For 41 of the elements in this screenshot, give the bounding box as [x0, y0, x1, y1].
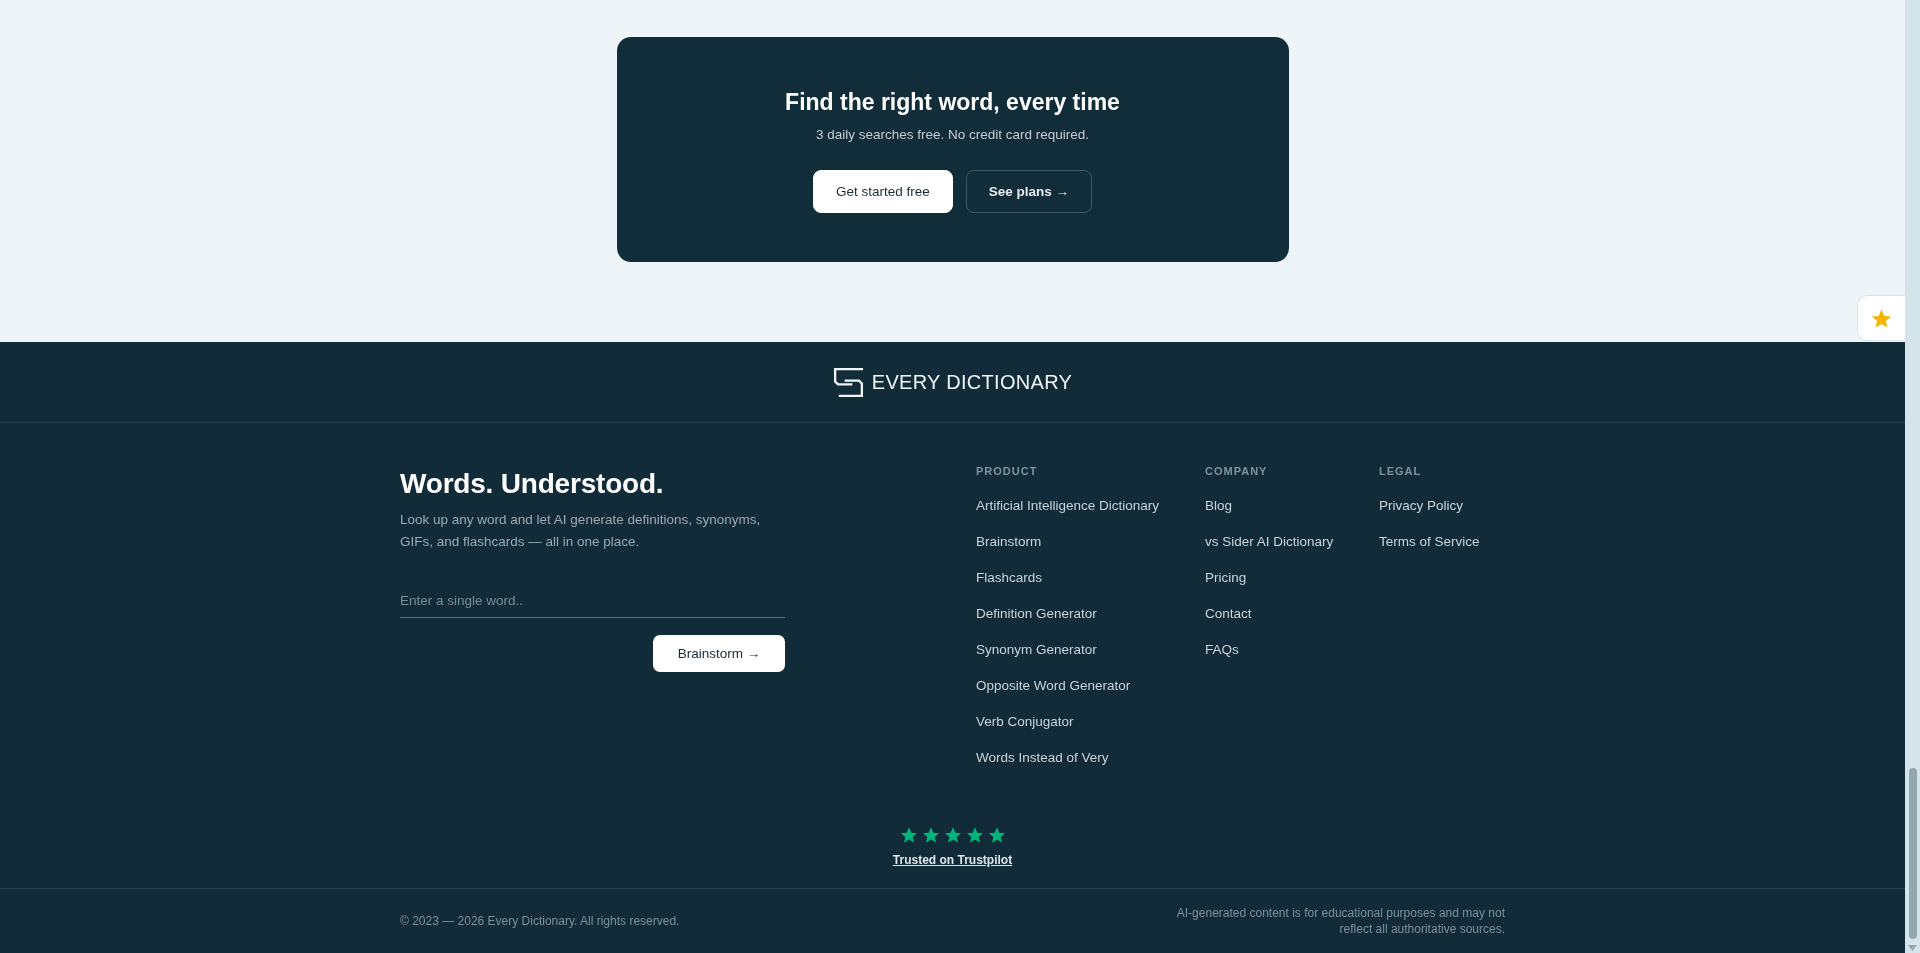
- star-tab-button[interactable]: [1857, 295, 1905, 341]
- column-heading: COMPANY: [1205, 464, 1268, 478]
- footer-link[interactable]: Artificial Intelligence Dictionary: [976, 497, 1160, 515]
- column-heading: PRODUCT: [976, 464, 1038, 478]
- scrollbar-track[interactable]: [1905, 0, 1920, 953]
- footer-link[interactable]: Contact: [1205, 605, 1252, 623]
- star-icon: [1872, 308, 1891, 328]
- cta-title: Find the right word, every time: [785, 88, 1120, 116]
- footer-link[interactable]: Synonym Generator: [976, 641, 1097, 659]
- copyright-text: © 2023 — 2026 Every Dictionary. All rights reserved.: [400, 913, 680, 929]
- trustpilot-link[interactable]: Trusted on Trustpilot: [892, 852, 1013, 868]
- star-icon: [900, 827, 917, 843]
- footer-link[interactable]: FAQs: [1205, 641, 1239, 659]
- disclaimer-text: AI-generated content is for educational purposes and may not reflect all authoritative sources.: [1175, 905, 1505, 937]
- footer-link[interactable]: Brainstorm: [976, 533, 1042, 551]
- star-icon: [988, 827, 1005, 843]
- scrollbar-thumb[interactable]: [1908, 768, 1917, 939]
- footer-description: Look up any word and let AI generate definitions, synonyms, GIFs, and flashcards — all in one place.: [400, 511, 762, 551]
- get-started-button[interactable]: Get started free: [812, 170, 953, 213]
- footer-link[interactable]: Privacy Policy: [1379, 497, 1464, 515]
- logo-text: EVERY DICTIONARY: [871, 370, 1073, 394]
- footer-link[interactable]: Words Instead of Very: [976, 749, 1109, 767]
- logo-icon: [832, 366, 864, 398]
- footer-link[interactable]: Blog: [1205, 497, 1233, 515]
- footer-link[interactable]: Flashcards: [976, 569, 1043, 587]
- word-input[interactable]: Enter a single word..: [400, 584, 785, 618]
- footer-tagline: Words. Understood.: [400, 467, 665, 501]
- footer-link[interactable]: Terms of Service: [1379, 533, 1480, 551]
- brainstorm-button[interactable]: Brainstorm →: [653, 635, 785, 672]
- see-plans-button[interactable]: See plans →: [965, 170, 1093, 213]
- star-icon: [966, 827, 983, 843]
- scroll-down-icon[interactable]: [1908, 945, 1917, 951]
- star-icon: [944, 827, 961, 843]
- footer-link[interactable]: Definition Generator: [976, 605, 1097, 623]
- footer-link[interactable]: Verb Conjugator: [976, 713, 1074, 731]
- cta-subtitle: 3 daily searches free. No credit card required.: [815, 126, 1090, 144]
- column-heading: LEGAL: [1379, 464, 1422, 478]
- footer-link[interactable]: vs Sider AI Dictionary: [1205, 533, 1334, 551]
- footer-link[interactable]: Opposite Word Generator: [976, 677, 1131, 695]
- star-icon: [922, 827, 939, 843]
- footer-link[interactable]: Pricing: [1205, 569, 1247, 587]
